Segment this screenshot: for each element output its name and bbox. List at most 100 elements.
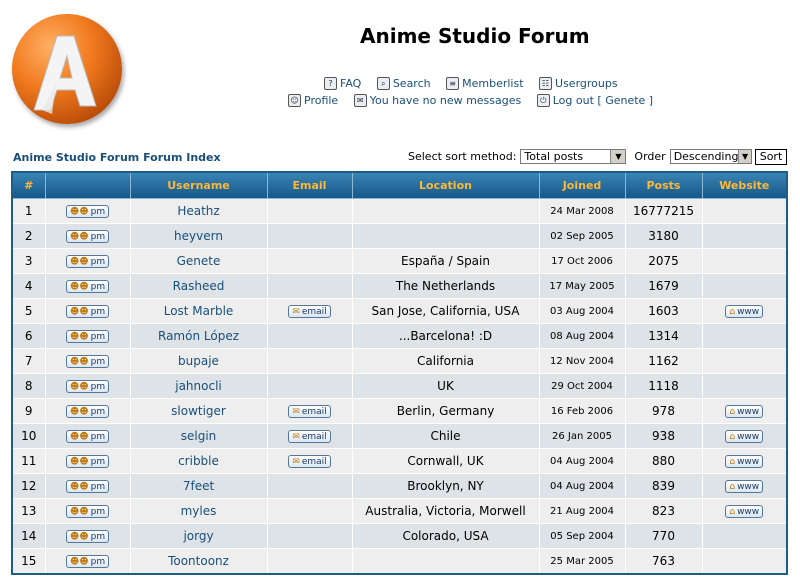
posts-cell: 16777215 [624, 198, 703, 224]
rank-cell: 2 [11, 223, 46, 249]
users-icon: ☻☻ [69, 531, 89, 542]
messages-icon: ✉ [353, 94, 367, 107]
email-cell [266, 373, 353, 399]
website-button[interactable]: ⌂ www [725, 305, 764, 318]
pm-button[interactable]: ☻☻ pm [65, 405, 110, 418]
username-link[interactable]: Genete [129, 248, 268, 274]
pm-label: pm [90, 456, 106, 467]
website-label: www [737, 481, 760, 492]
website-cell: ⌂ www [701, 448, 788, 474]
sort-bar: Select sort method: Total posts ▼ Order … [408, 149, 752, 164]
pm-button[interactable]: ☻☻ pm [65, 305, 110, 318]
table-row: 1 ☻☻ pm Heathz 24 Mar 2008 16777215 [11, 198, 788, 224]
location-cell: Berlin, Germany [351, 398, 540, 424]
pm-button[interactable]: ☻☻ pm [65, 380, 110, 393]
pm-button[interactable]: ☻☻ pm [65, 455, 110, 468]
website-button[interactable]: ⌂ www [725, 455, 764, 468]
users-icon: ☻☻ [69, 281, 89, 292]
nav-memberlist[interactable]: ≡ Memberlist [446, 77, 524, 90]
nav-search[interactable]: ⌕ Search [376, 77, 431, 90]
email-cell: ✉ email [266, 398, 353, 424]
email-button[interactable]: ✉ email [288, 430, 331, 443]
username-link[interactable]: jorgy [129, 523, 268, 549]
pm-button[interactable]: ☻☻ pm [65, 505, 110, 518]
username-link[interactable]: selgin [129, 423, 268, 449]
pm-cell: ☻☻ pm [44, 423, 131, 449]
username-link[interactable]: jahnocli [129, 373, 268, 399]
email-button[interactable]: ✉ email [288, 305, 331, 318]
username-link[interactable]: Rasheed [129, 273, 268, 299]
pm-button[interactable]: ☻☻ pm [65, 280, 110, 293]
location-cell: España / Spain [351, 248, 540, 274]
joined-cell: 08 Aug 2004 [538, 323, 626, 349]
location-cell: UK [351, 373, 540, 399]
username-link[interactable]: Ramón López [129, 323, 268, 349]
joined-cell: 24 Mar 2008 [538, 198, 626, 224]
rank-cell: 13 [11, 498, 46, 524]
location-cell [351, 223, 540, 249]
username-link[interactable]: myles [129, 498, 268, 524]
username-link[interactable]: bupaje [129, 348, 268, 374]
username-link[interactable]: cribble [129, 448, 268, 474]
joined-cell: 17 May 2005 [538, 273, 626, 299]
header-website[interactable]: Website [701, 171, 788, 199]
pm-button[interactable]: ☻☻ pm [65, 555, 110, 568]
website-button[interactable]: ⌂ www [725, 505, 764, 518]
envelope-icon: ✉ [292, 406, 300, 417]
nav-messages[interactable]: ✉ You have no new messages [353, 94, 521, 107]
header-rank[interactable]: # [11, 171, 46, 199]
pm-button[interactable]: ☻☻ pm [65, 255, 110, 268]
sort-order-select[interactable]: Descending ▼ [669, 149, 752, 164]
username-link[interactable]: slowtiger [129, 398, 268, 424]
header-joined[interactable]: Joined [538, 171, 626, 199]
faq-icon: ? [324, 77, 337, 90]
envelope-icon: ✉ [292, 306, 300, 317]
table-row: 10 ☻☻ pm selgin ✉ email Chile 26 Jan 2005 938 ⌂ ww… [11, 423, 788, 449]
email-button[interactable]: ✉ email [288, 405, 331, 418]
table-row: 6 ☻☻ pm Ramón López ...Barcelona! :D 08 Aug 2… [11, 323, 788, 349]
website-cell: ⌂ www [701, 423, 788, 449]
pm-button[interactable]: ☻☻ pm [65, 205, 110, 218]
nav-faq[interactable]: ? FAQ [324, 77, 361, 90]
pm-button[interactable]: ☻☻ pm [65, 530, 110, 543]
header-email[interactable]: Email [266, 171, 353, 199]
header-posts[interactable]: Posts [624, 171, 703, 199]
location-cell: Colorado, USA [351, 523, 540, 549]
email-button[interactable]: ✉ email [288, 455, 331, 468]
email-label: email [301, 456, 327, 467]
pm-cell: ☻☻ pm [44, 398, 131, 424]
forum-index-link[interactable]: Anime Studio Forum Forum Index [13, 151, 221, 164]
joined-cell: 04 Aug 2004 [538, 473, 626, 499]
pm-button[interactable]: ☻☻ pm [65, 480, 110, 493]
nav-usergroups[interactable]: ☷ Usergroups [539, 77, 618, 90]
website-cell: ⌂ www [701, 473, 788, 499]
header-location[interactable]: Location [351, 171, 540, 199]
nav-logout[interactable]: ⏻ Log out [ Genete ] [536, 94, 653, 107]
website-button[interactable]: ⌂ www [725, 430, 764, 443]
pm-button[interactable]: ☻☻ pm [65, 230, 110, 243]
pm-label: pm [90, 306, 106, 317]
website-button[interactable]: ⌂ www [725, 480, 764, 493]
website-label: www [737, 456, 760, 467]
header-username[interactable]: Username [129, 171, 268, 199]
house-icon: ⌂ [729, 406, 736, 417]
username-link[interactable]: Lost Marble [129, 298, 268, 324]
website-button[interactable]: ⌂ www [725, 405, 764, 418]
username-link[interactable]: Heathz [129, 198, 268, 224]
username-link[interactable]: 7feet [129, 473, 268, 499]
nav-profile[interactable]: ☺ Profile [288, 94, 338, 107]
site-logo[interactable] [12, 14, 122, 124]
website-label: www [737, 306, 760, 317]
rank-cell: 4 [11, 273, 46, 299]
table-row: 11 ☻☻ pm cribble ✉ email Cornwall, UK 04 Aug 20… [11, 448, 788, 474]
pm-button[interactable]: ☻☻ pm [65, 430, 110, 443]
username-link[interactable]: heyvern [129, 223, 268, 249]
pm-cell: ☻☻ pm [44, 198, 131, 224]
sort-button[interactable]: Sort [755, 149, 787, 165]
username-link[interactable]: Toontoonz [129, 548, 268, 575]
sort-method-select[interactable]: Total posts ▼ [520, 149, 627, 164]
location-cell: The Netherlands [351, 273, 540, 299]
pm-button[interactable]: ☻☻ pm [65, 355, 110, 368]
pm-button[interactable]: ☻☻ pm [65, 330, 110, 343]
rank-cell: 9 [11, 398, 46, 424]
